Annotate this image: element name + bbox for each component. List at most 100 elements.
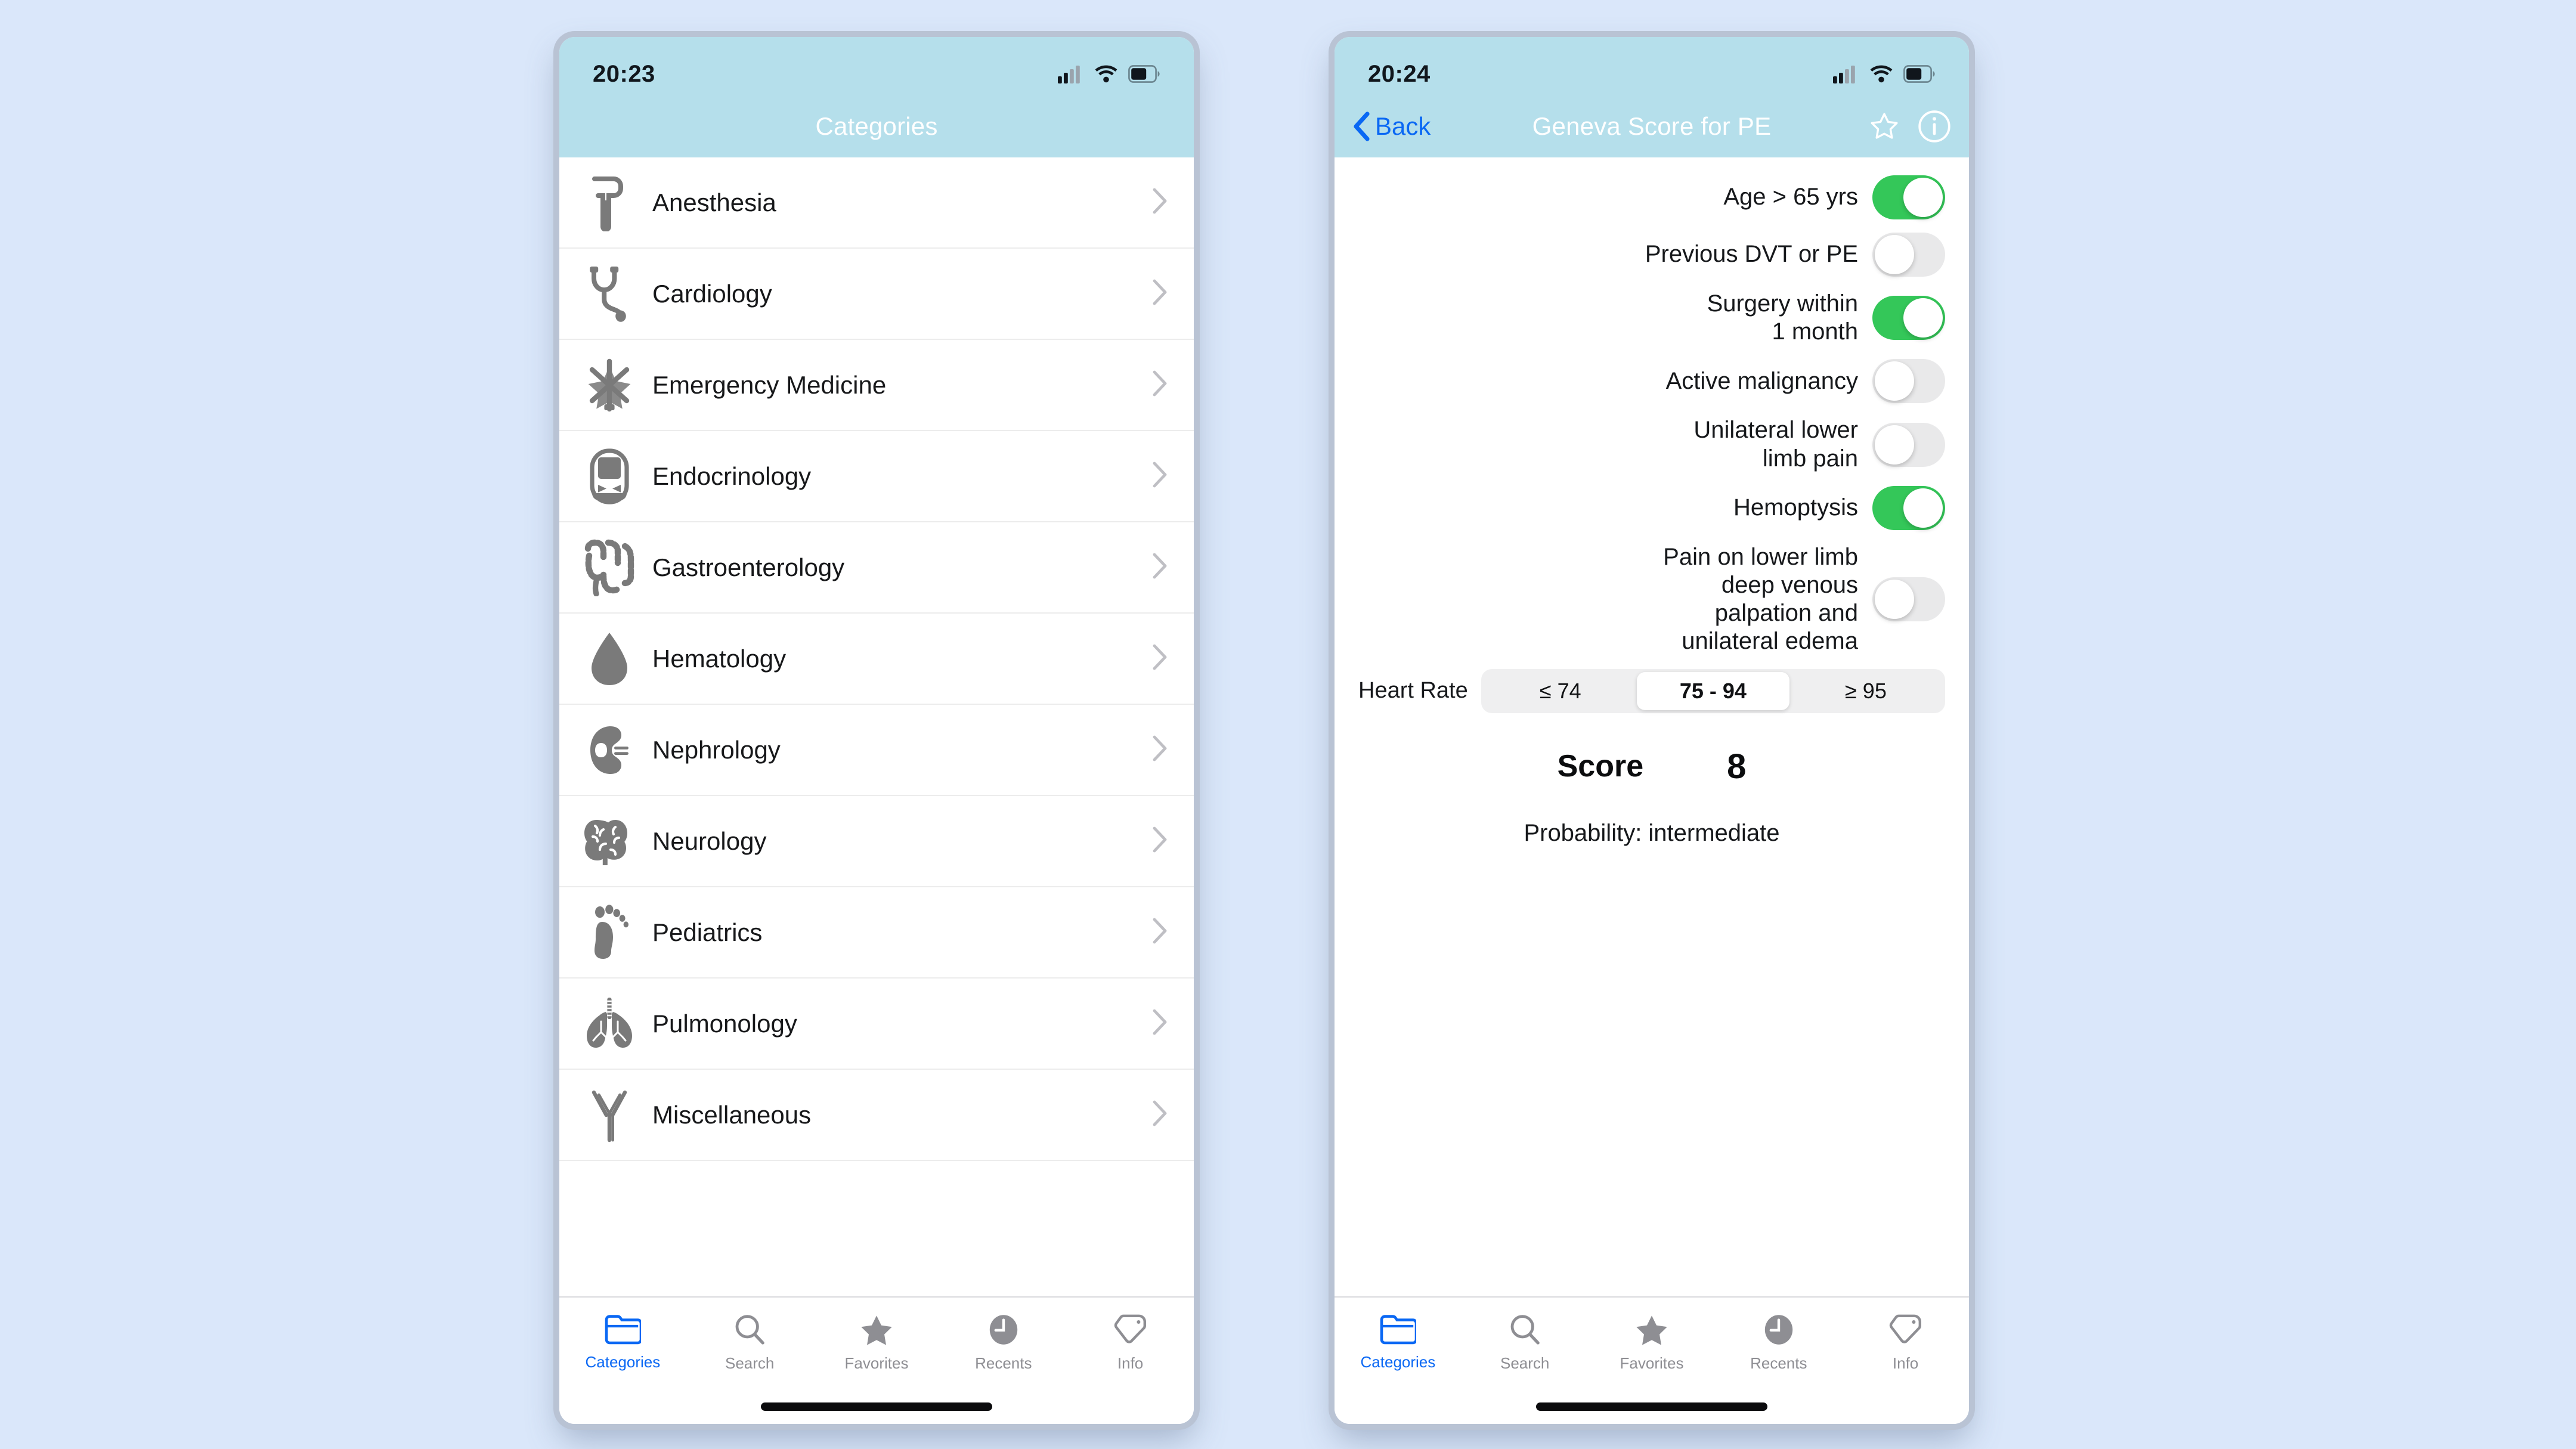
tab-recents[interactable]: Recents	[940, 1313, 1067, 1373]
wifi-icon	[1094, 64, 1119, 83]
criterion-toggle[interactable]	[1872, 422, 1945, 467]
intestine-icon	[576, 539, 643, 596]
lungs-icon	[576, 995, 643, 1052]
kidney-icon	[576, 722, 643, 779]
category-row-miscellaneous[interactable]: Miscellaneous	[559, 1070, 1194, 1161]
tab-search[interactable]: Search	[1462, 1313, 1589, 1373]
criterion-toggle[interactable]	[1872, 577, 1945, 622]
chevron-right-icon	[1152, 643, 1168, 674]
category-row-hematology[interactable]: Hematology	[559, 614, 1194, 705]
criterion-label: Age > 65 yrs	[1723, 184, 1858, 210]
category-row-cardiology[interactable]: Cardiology	[559, 249, 1194, 340]
home-indicator	[1536, 1402, 1767, 1411]
category-label: Hematology	[652, 644, 787, 673]
status-clock: 20:24	[1368, 60, 1431, 87]
criterion-toggle[interactable]	[1872, 296, 1945, 340]
criterion-label: Hemoptysis	[1733, 494, 1858, 521]
left-screen-content: Anesthesia Cardiology Emergency Medicine En…	[559, 157, 1194, 1296]
clock-icon	[987, 1313, 1020, 1349]
nav-actions	[1869, 110, 1951, 143]
stethoscope-icon	[576, 265, 643, 323]
toggle-knob	[1903, 488, 1943, 528]
tab-recents[interactable]: Recents	[1715, 1313, 1842, 1373]
score-row: Score 8	[1358, 747, 1945, 787]
heart-rate-option[interactable]: ≥ 95	[1789, 672, 1942, 710]
category-row-neurology[interactable]: Neurology	[559, 796, 1194, 887]
category-label: Cardiology	[652, 279, 772, 308]
home-indicator	[761, 1402, 992, 1411]
category-row-emergency-medicine[interactable]: Emergency Medicine	[559, 340, 1194, 431]
criterion-toggle[interactable]	[1872, 175, 1945, 219]
category-label: Miscellaneous	[652, 1100, 812, 1129]
info-circle-icon[interactable]	[1918, 110, 1951, 143]
chevron-right-icon	[1152, 1100, 1168, 1130]
category-list: Anesthesia Cardiology Emergency Medicine En…	[559, 157, 1194, 1161]
score-value: 8	[1727, 747, 1747, 786]
tab-categories[interactable]: Categories	[559, 1313, 686, 1371]
criterion-row: Surgery within 1 month	[1358, 290, 1945, 346]
criterion-row: Age > 65 yrs	[1358, 175, 1945, 219]
chevron-right-icon	[1152, 917, 1168, 948]
criterion-row: Active malignancy	[1358, 359, 1945, 404]
star-outline-icon[interactable]	[1869, 111, 1900, 142]
category-row-nephrology[interactable]: Nephrology	[559, 705, 1194, 796]
criterion-row: Previous DVT or PE	[1358, 233, 1945, 277]
tab-info[interactable]: Info	[1842, 1313, 1969, 1373]
chevron-right-icon	[1152, 552, 1168, 583]
category-label: Pediatrics	[652, 918, 763, 946]
right-navigation-area: 20:24 Back Geneva Score for PE	[1335, 37, 1969, 157]
criterion-toggle[interactable]	[1872, 359, 1945, 404]
brain-icon	[576, 813, 643, 870]
criterion-row: Pain on lower limb deep venous palpation…	[1358, 543, 1945, 656]
criterion-row: Unilateral lower limb pain	[1358, 416, 1945, 472]
tab-label: Recents	[1750, 1354, 1807, 1372]
category-label: Neurology	[652, 826, 767, 855]
toggle-knob	[1875, 235, 1914, 274]
category-row-anesthesia[interactable]: Anesthesia	[559, 157, 1194, 249]
tab-favorites[interactable]: Favorites	[1589, 1313, 1716, 1373]
toggle-knob	[1875, 425, 1914, 465]
tab-label: Categories	[585, 1353, 661, 1371]
probability-text: Probability: intermediate	[1524, 819, 1780, 846]
tab-info[interactable]: Info	[1067, 1313, 1194, 1373]
left-navigation-area: 20:23 Categories	[559, 37, 1194, 157]
folder-icon	[604, 1313, 643, 1348]
chevron-right-icon	[1152, 1008, 1168, 1039]
toggle-knob	[1903, 298, 1943, 338]
signal-bars-icon	[1833, 64, 1859, 83]
tab-search[interactable]: Search	[686, 1313, 813, 1373]
glucose-meter-icon	[576, 448, 643, 505]
star-icon	[858, 1313, 895, 1349]
left-nav-bar: Categories	[559, 95, 1194, 157]
chevron-right-icon	[1152, 278, 1168, 309]
toggle-knob	[1875, 580, 1914, 620]
heart-rate-option[interactable]: 75 - 94	[1636, 671, 1789, 710]
category-row-gastroenterology[interactable]: Gastroenterology	[559, 522, 1194, 614]
heart-rate-segmented-control[interactable]: ≤ 74 75 - 94 ≥ 95	[1481, 668, 1945, 713]
heart-rate-row: Heart Rate ≤ 74 75 - 94 ≥ 95	[1358, 668, 1945, 713]
heart-rate-option[interactable]: ≤ 74	[1484, 672, 1637, 710]
category-label: Emergency Medicine	[652, 370, 887, 399]
tab-favorites[interactable]: Favorites	[813, 1313, 940, 1373]
tab-label: Recents	[975, 1354, 1032, 1372]
category-row-endocrinology[interactable]: Endocrinology	[559, 431, 1194, 522]
criterion-label: Active malignancy	[1665, 367, 1858, 394]
search-icon	[732, 1313, 767, 1349]
battery-icon	[1128, 65, 1160, 83]
tab-categories[interactable]: Categories	[1335, 1313, 1462, 1371]
back-button[interactable]: Back	[1352, 112, 1431, 141]
category-label: Anesthesia	[652, 188, 776, 216]
chevron-right-icon	[1152, 187, 1168, 218]
tab-label: Favorites	[844, 1354, 909, 1372]
criterion-toggle[interactable]	[1872, 485, 1945, 530]
chevron-right-icon	[1152, 735, 1168, 765]
category-row-pediatrics[interactable]: Pediatrics	[559, 887, 1194, 979]
laryngoscope-icon	[576, 174, 643, 231]
category-row-pulmonology[interactable]: Pulmonology	[559, 979, 1194, 1070]
chevron-right-icon	[1152, 826, 1168, 856]
criterion-toggle[interactable]	[1872, 233, 1945, 277]
left-status-bar: 20:23	[559, 37, 1194, 95]
tag-icon	[1113, 1313, 1148, 1349]
status-indicators	[1058, 64, 1160, 83]
heart-rate-label: Heart Rate	[1358, 678, 1468, 703]
